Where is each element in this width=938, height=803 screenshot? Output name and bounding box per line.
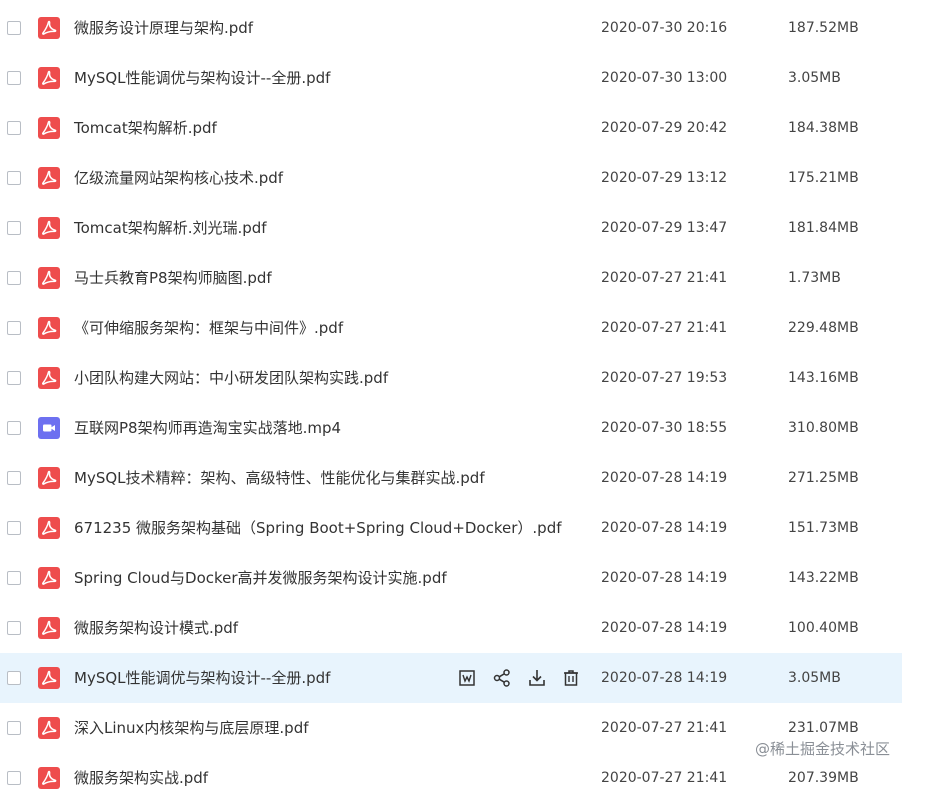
- file-size: 187.52MB: [788, 20, 859, 36]
- file-name[interactable]: MySQL性能调优与架构设计--全册.pdf: [74, 53, 330, 103]
- file-date: 2020-07-29 13:12: [601, 170, 728, 186]
- file-name[interactable]: MySQL技术精粹：架构、高级特性、性能优化与集群实战.pdf: [74, 453, 485, 503]
- file-row[interactable]: 互联网P8架构师再造淘宝实战落地.mp4 2020-07-30 18:55 31…: [0, 403, 902, 453]
- file-size: 175.21MB: [788, 170, 859, 186]
- file-date: 2020-07-28 14:19: [601, 670, 728, 686]
- file-name[interactable]: MySQL性能调优与架构设计--全册.pdf: [74, 653, 330, 703]
- file-size: 143.22MB: [788, 570, 859, 586]
- file-name[interactable]: Spring Cloud与Docker高并发微服务架构设计实施.pdf: [74, 553, 447, 603]
- file-size: 181.84MB: [788, 220, 859, 236]
- pdf-icon: [38, 517, 60, 539]
- file-size: 3.05MB: [788, 70, 841, 86]
- file-name[interactable]: 互联网P8架构师再造淘宝实战落地.mp4: [74, 403, 341, 453]
- file-name[interactable]: 《可伸缩服务架构：框架与中间件》.pdf: [74, 303, 343, 353]
- file-date: 2020-07-28 14:19: [601, 470, 728, 486]
- delete-icon[interactable]: [559, 666, 583, 690]
- file-row[interactable]: 《可伸缩服务架构：框架与中间件》.pdf 2020-07-27 21:41 22…: [0, 303, 902, 353]
- row-checkbox[interactable]: [7, 271, 21, 285]
- file-row[interactable]: 马士兵教育P8架构师脑图.pdf 2020-07-27 21:41 1.73MB: [0, 253, 902, 303]
- video-icon: [38, 417, 60, 439]
- pdf-icon: [38, 467, 60, 489]
- file-name[interactable]: 微服务架构设计模式.pdf: [74, 603, 238, 653]
- row-checkbox[interactable]: [7, 721, 21, 735]
- file-name[interactable]: 亿级流量网站架构核心技术.pdf: [74, 153, 283, 203]
- file-date: 2020-07-27 21:41: [601, 320, 728, 336]
- row-checkbox[interactable]: [7, 21, 21, 35]
- file-row-hovered[interactable]: MySQL性能调优与架构设计--全册.pdf 2020-07-28 14:19 …: [0, 653, 902, 703]
- file-date: 2020-07-27 21:41: [601, 720, 728, 736]
- file-size: 143.16MB: [788, 370, 859, 386]
- row-checkbox[interactable]: [7, 621, 21, 635]
- share-icon[interactable]: [490, 666, 514, 690]
- file-date: 2020-07-27 21:41: [601, 270, 728, 286]
- row-checkbox[interactable]: [7, 321, 21, 335]
- file-name[interactable]: 马士兵教育P8架构师脑图.pdf: [74, 253, 272, 303]
- row-checkbox[interactable]: [7, 471, 21, 485]
- file-size: 271.25MB: [788, 470, 859, 486]
- file-row[interactable]: Tomcat架构解析.刘光瑞.pdf 2020-07-29 13:47 181.…: [0, 203, 902, 253]
- row-checkbox[interactable]: [7, 171, 21, 185]
- file-row[interactable]: 微服务设计原理与架构.pdf 2020-07-30 20:16 187.52MB: [0, 3, 902, 53]
- file-row[interactable]: MySQL技术精粹：架构、高级特性、性能优化与集群实战.pdf 2020-07-…: [0, 453, 902, 503]
- file-date: 2020-07-28 14:19: [601, 570, 728, 586]
- pdf-icon: [38, 67, 60, 89]
- pdf-icon: [38, 17, 60, 39]
- file-date: 2020-07-29 13:47: [601, 220, 728, 236]
- pdf-icon: [38, 267, 60, 289]
- file-name[interactable]: Tomcat架构解析.pdf: [74, 103, 217, 153]
- file-name[interactable]: 671235 微服务架构基础（Spring Boot+Spring Cloud+…: [74, 503, 562, 553]
- file-date: 2020-07-30 20:16: [601, 20, 728, 36]
- file-size: 1.73MB: [788, 270, 841, 286]
- file-list: 微服务设计原理与架构.pdf 2020-07-30 20:16 187.52MB…: [0, 0, 938, 789]
- file-row[interactable]: 微服务架构实战.pdf 2020-07-27 21:41 207.39MB: [0, 753, 902, 803]
- row-checkbox[interactable]: [7, 221, 21, 235]
- file-row[interactable]: 亿级流量网站架构核心技术.pdf 2020-07-29 13:12 175.21…: [0, 153, 902, 203]
- pdf-icon: [38, 217, 60, 239]
- file-row[interactable]: 微服务架构设计模式.pdf 2020-07-28 14:19 100.40MB: [0, 603, 902, 653]
- pdf-icon: [38, 167, 60, 189]
- word-doc-icon[interactable]: [455, 666, 479, 690]
- file-date: 2020-07-28 14:19: [601, 620, 728, 636]
- file-date: 2020-07-30 18:55: [601, 420, 728, 436]
- file-date: 2020-07-29 20:42: [601, 120, 728, 136]
- pdf-icon: [38, 617, 60, 639]
- file-date: 2020-07-28 14:19: [601, 520, 728, 536]
- pdf-icon: [38, 667, 60, 689]
- download-icon[interactable]: [525, 666, 549, 690]
- file-size: 229.48MB: [788, 320, 859, 336]
- file-row[interactable]: Spring Cloud与Docker高并发微服务架构设计实施.pdf 2020…: [0, 553, 902, 603]
- pdf-icon: [38, 317, 60, 339]
- file-size: 100.40MB: [788, 620, 859, 636]
- file-size: 184.38MB: [788, 120, 859, 136]
- file-name[interactable]: 深入Linux内核架构与底层原理.pdf: [74, 703, 309, 753]
- pdf-icon: [38, 717, 60, 739]
- file-name[interactable]: 小团队构建大网站：中小研发团队架构实践.pdf: [74, 353, 388, 403]
- file-row[interactable]: 小团队构建大网站：中小研发团队架构实践.pdf 2020-07-27 19:53…: [0, 353, 902, 403]
- row-checkbox[interactable]: [7, 421, 21, 435]
- file-name[interactable]: Tomcat架构解析.刘光瑞.pdf: [74, 203, 267, 253]
- row-checkbox[interactable]: [7, 521, 21, 535]
- file-row[interactable]: MySQL性能调优与架构设计--全册.pdf 2020-07-30 13:00 …: [0, 53, 902, 103]
- file-name[interactable]: 微服务架构实战.pdf: [74, 753, 208, 803]
- pdf-icon: [38, 767, 60, 789]
- file-size: 151.73MB: [788, 520, 859, 536]
- file-date: 2020-07-27 19:53: [601, 370, 728, 386]
- file-name[interactable]: 微服务设计原理与架构.pdf: [74, 3, 253, 53]
- pdf-icon: [38, 117, 60, 139]
- watermark: @稀土掘金技术社区: [755, 740, 891, 758]
- file-row[interactable]: Tomcat架构解析.pdf 2020-07-29 20:42 184.38MB: [0, 103, 902, 153]
- row-checkbox[interactable]: [7, 71, 21, 85]
- file-date: 2020-07-30 13:00: [601, 70, 728, 86]
- file-size: 3.05MB: [788, 670, 841, 686]
- row-checkbox[interactable]: [7, 571, 21, 585]
- file-date: 2020-07-27 21:41: [601, 770, 728, 786]
- file-size: 207.39MB: [788, 770, 859, 786]
- row-checkbox[interactable]: [7, 671, 21, 685]
- row-checkbox[interactable]: [7, 371, 21, 385]
- row-checkbox[interactable]: [7, 121, 21, 135]
- file-size: 310.80MB: [788, 420, 859, 436]
- pdf-icon: [38, 567, 60, 589]
- pdf-icon: [38, 367, 60, 389]
- file-row[interactable]: 671235 微服务架构基础（Spring Boot+Spring Cloud+…: [0, 503, 902, 553]
